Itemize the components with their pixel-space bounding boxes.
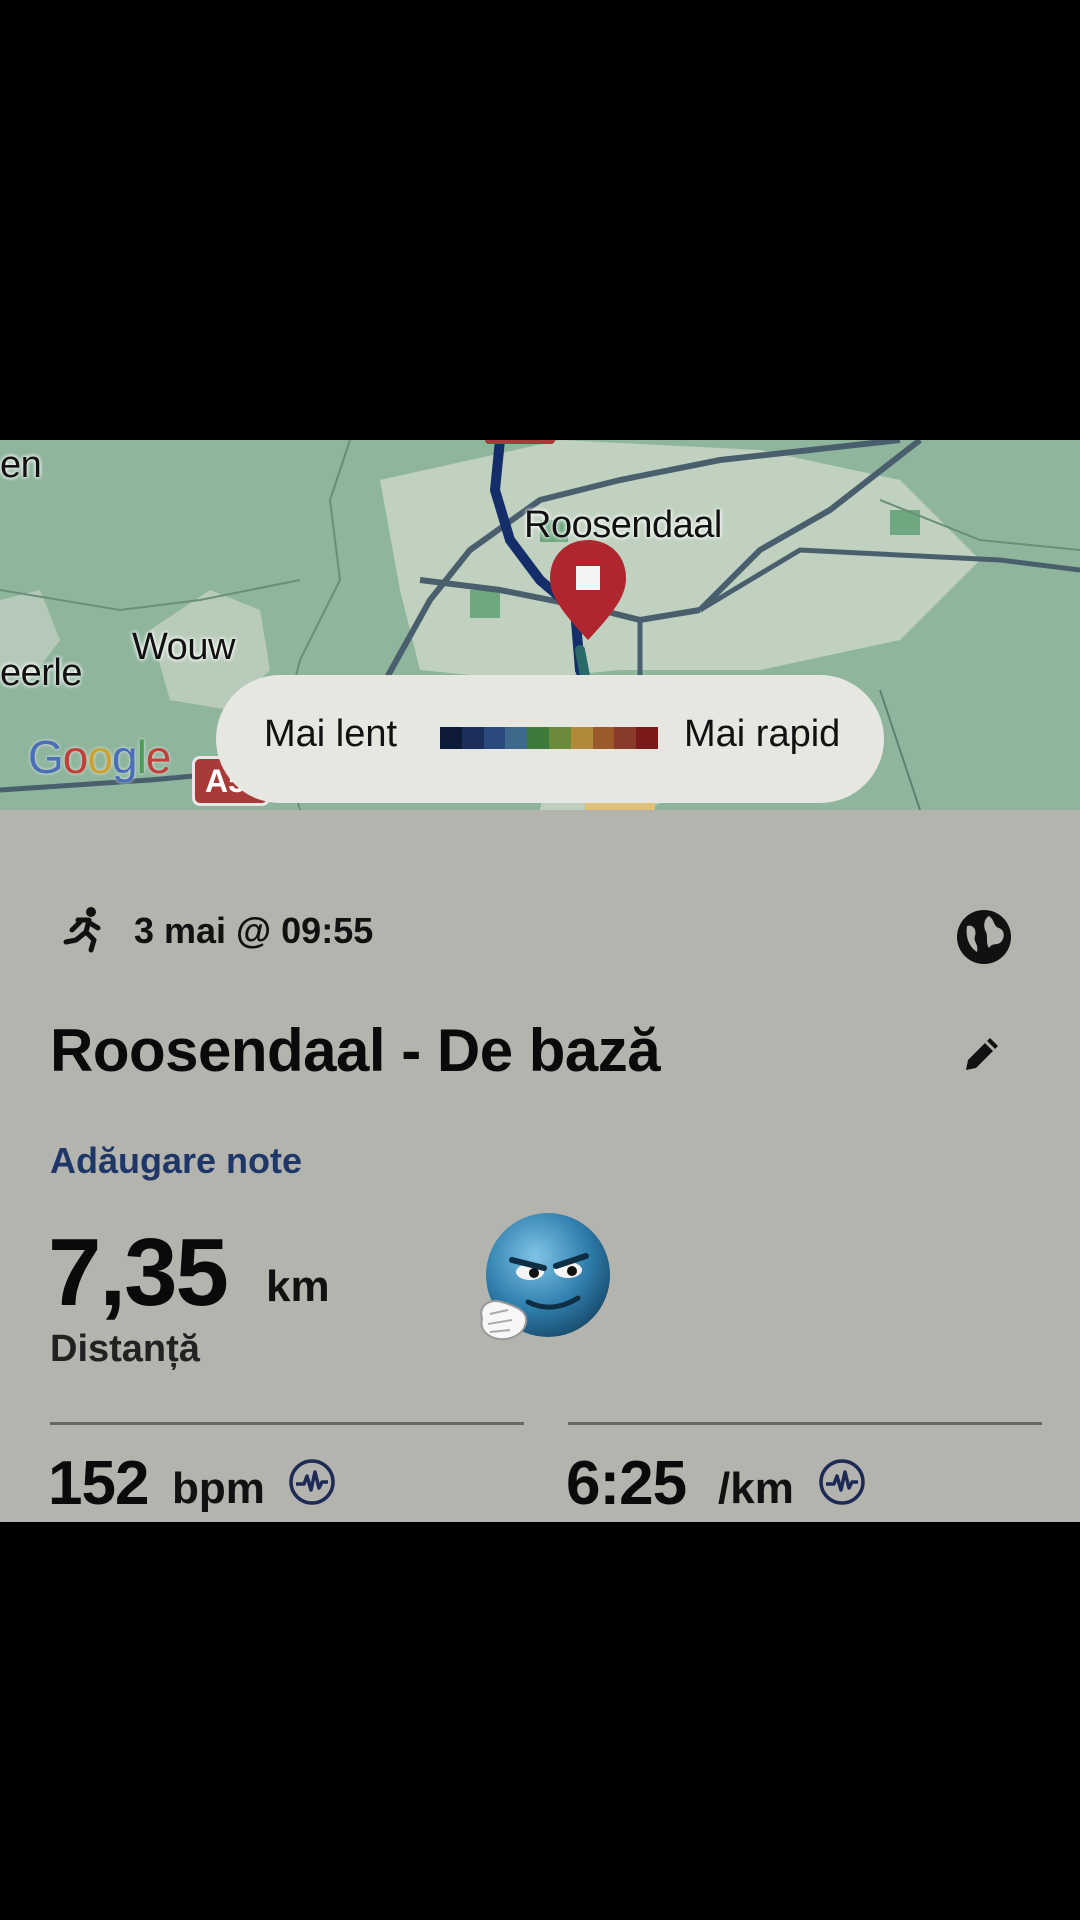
legend-swatch [614, 727, 637, 749]
legend-swatch [527, 727, 549, 749]
map-label-partial-top: en [0, 444, 42, 486]
legend-slow-label: Mai lent [264, 713, 398, 755]
legend-swatch [570, 727, 593, 749]
globe-icon[interactable] [955, 908, 1013, 966]
legend-swatch [483, 727, 506, 749]
legend-gradient-bar [440, 727, 658, 749]
legend-fast-label: Mai rapid [684, 713, 841, 755]
distance-unit: km [266, 1262, 330, 1311]
divider-right [568, 1422, 1042, 1425]
divider-left [50, 1422, 524, 1425]
legend-swatch [636, 727, 658, 749]
google-attribution: Google [28, 731, 171, 783]
heart-rate-unit: bpm [172, 1464, 265, 1513]
legend-swatch [592, 727, 615, 749]
activity-title: Roosendaal - De bază [50, 1017, 661, 1084]
activity-screen: en Roosendaal Wouw eerle Google A5 Mai l… [0, 440, 1080, 1522]
heart-rate-pulse-icon[interactable] [288, 1458, 336, 1506]
add-notes-link[interactable]: Adăugare note [50, 1140, 302, 1182]
distance-label: Distanță [50, 1328, 200, 1370]
activity-details: 3 mai @ 09:55 Roosendaal - De bază Adăug… [0, 810, 1080, 1522]
pencil-icon[interactable] [960, 1032, 1004, 1076]
map-label-partial-mid: eerle [0, 652, 83, 694]
speed-legend: Mai lent Mai rapid [216, 675, 884, 803]
activity-date: 3 mai @ 09:55 [134, 910, 374, 951]
running-icon [63, 907, 101, 953]
pace-pulse-icon[interactable] [818, 1458, 866, 1506]
route-map[interactable]: en Roosendaal Wouw eerle Google A5 Mai l… [0, 440, 1080, 810]
map-label-city: Roosendaal [524, 504, 722, 546]
pace-unit: /km [718, 1464, 794, 1513]
legend-swatch [440, 727, 462, 749]
legend-swatch [548, 727, 571, 749]
pace-value: 6:25 [566, 1449, 687, 1518]
smirking-face-sticker [480, 1213, 610, 1341]
heart-rate-value: 152 [48, 1449, 149, 1518]
legend-swatch [461, 727, 484, 749]
legend-swatch [505, 727, 528, 749]
map-label-town: Wouw [132, 626, 235, 668]
distance-value: 7,35 [48, 1219, 229, 1326]
